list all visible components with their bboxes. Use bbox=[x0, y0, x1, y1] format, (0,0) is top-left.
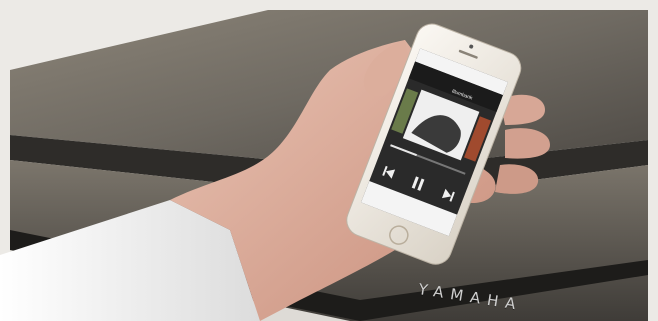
photo-illustration bbox=[0, 0, 658, 321]
photo-scene: Illumbank YAMAHA bbox=[0, 0, 658, 321]
